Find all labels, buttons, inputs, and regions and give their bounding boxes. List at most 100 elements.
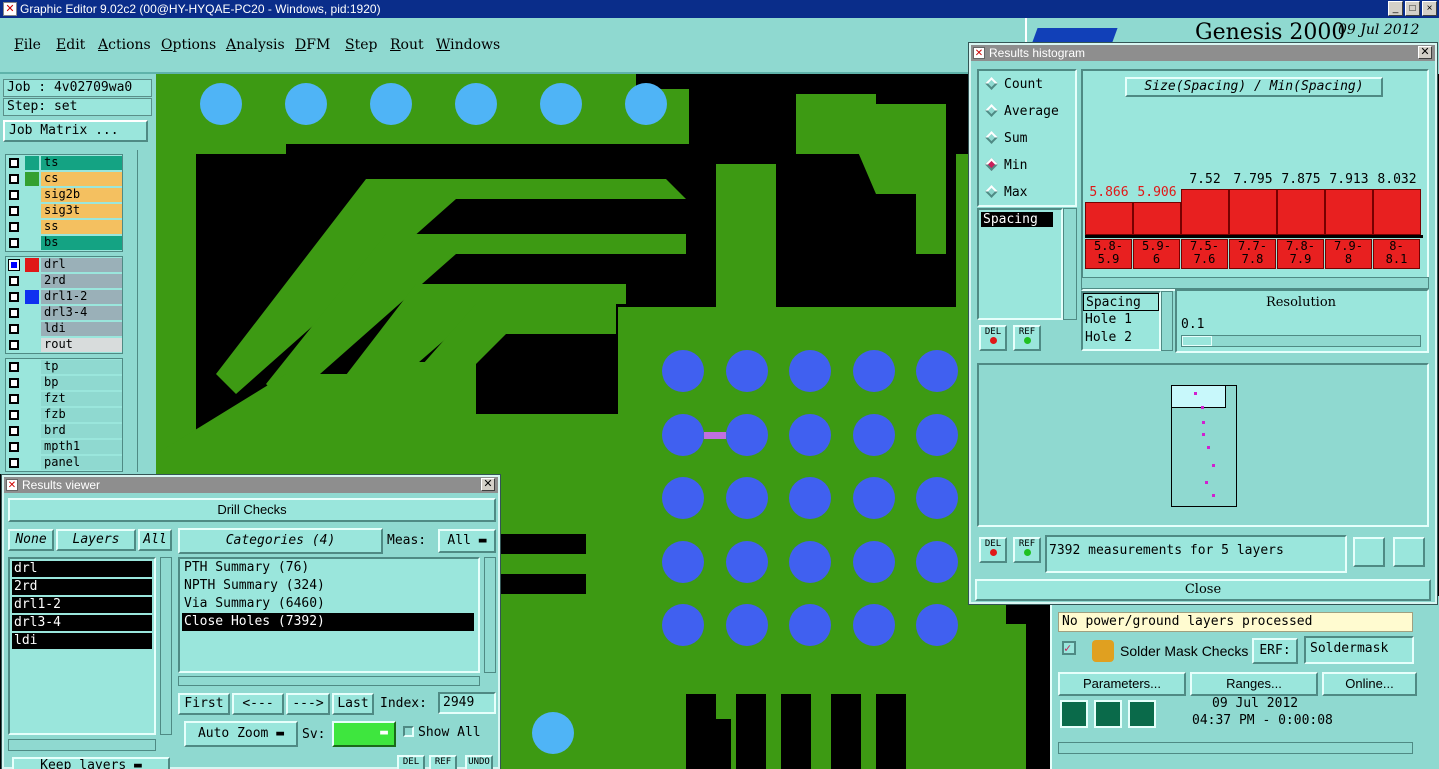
check-enabled-checkbox[interactable]: ✓	[1062, 641, 1076, 655]
layer-checkbox[interactable]	[9, 292, 19, 302]
layer-name[interactable]: bs	[41, 236, 122, 250]
layer-row-mpth1[interactable]: mpth1	[6, 439, 122, 455]
layer-checkbox[interactable]	[9, 340, 19, 350]
minimize-button[interactable]: _	[1388, 1, 1403, 16]
layer-color-swatch[interactable]	[25, 408, 39, 422]
layer-color-swatch[interactable]	[25, 322, 39, 336]
layer-color-swatch[interactable]	[25, 376, 39, 390]
auto-zoom-dropdown[interactable]: Auto Zoom ▬	[184, 721, 298, 747]
layer-row-drl[interactable]: drl	[6, 257, 122, 273]
preview-ref-button[interactable]: REF	[1013, 537, 1041, 563]
histogram-close-button[interactable]: Close	[975, 579, 1431, 601]
category-item[interactable]: NPTH Summary (324)	[182, 577, 474, 595]
histogram-bar[interactable]	[1229, 189, 1277, 235]
close-window-button[interactable]: ×	[1422, 1, 1437, 16]
index-input[interactable]: 2949	[438, 692, 496, 714]
layer-color-swatch[interactable]	[25, 258, 39, 272]
field-selected[interactable]: Spacing	[981, 212, 1053, 227]
histogram-del-button[interactable]: DEL	[979, 325, 1007, 351]
layer-name[interactable]: ss	[41, 220, 122, 234]
maximize-button[interactable]: □	[1405, 1, 1420, 16]
layer-name[interactable]: bp	[41, 376, 122, 390]
online-button[interactable]: Online...	[1322, 672, 1417, 696]
histogram-bar[interactable]	[1181, 189, 1229, 235]
job-matrix-button[interactable]: Job Matrix ...	[3, 120, 148, 142]
erf-input[interactable]: Soldermask	[1304, 636, 1414, 664]
layer-color-swatch[interactable]	[25, 220, 39, 234]
layer-row-fzt[interactable]: fzt	[6, 391, 122, 407]
histogram-close-icon[interactable]: ✕	[1418, 46, 1432, 59]
layer-row-brd[interactable]: brd	[6, 423, 122, 439]
category-list-hscrollbar[interactable]	[178, 676, 480, 686]
layer-color-swatch[interactable]	[25, 236, 39, 250]
layer-checkbox[interactable]	[9, 238, 19, 248]
bar-range-label[interactable]: 7.7- 7.8	[1229, 239, 1276, 269]
histogram-bar[interactable]	[1085, 202, 1133, 235]
menu-file[interactable]: File	[14, 37, 41, 53]
layer-color-swatch[interactable]	[25, 440, 39, 454]
layer-row-2rd[interactable]: 2rd	[6, 273, 122, 289]
del-button[interactable]: DEL	[397, 755, 425, 769]
layer-scrollbar[interactable]	[137, 150, 151, 472]
layer-row-sig2b[interactable]: sig2b	[6, 187, 122, 203]
layer-color-swatch[interactable]	[25, 172, 39, 186]
layer-color-swatch[interactable]	[25, 360, 39, 374]
erf-button[interactable]: ERF:	[1252, 638, 1298, 664]
bar-range-label[interactable]: 5.9- 6	[1133, 239, 1180, 269]
histogram-bar[interactable]	[1325, 189, 1373, 235]
run-check-icon[interactable]	[1060, 700, 1088, 728]
check-panel-scrollbar[interactable]	[1058, 742, 1413, 754]
layer-color-swatch[interactable]	[25, 188, 39, 202]
field-select-list[interactable]: Spacing Hole 1 Hole 2	[1081, 291, 1161, 351]
field-option[interactable]: Spacing	[1083, 293, 1159, 311]
menu-actions[interactable]: Actions	[98, 37, 151, 53]
parameters-button[interactable]: Parameters...	[1058, 672, 1186, 696]
field-list[interactable]: Spacing	[977, 208, 1063, 320]
next-button[interactable]: --->	[286, 693, 330, 715]
layer-row-panel[interactable]: panel	[6, 455, 122, 471]
layer-row-ts[interactable]: ts	[6, 155, 122, 171]
menu-windows[interactable]: Windows	[436, 37, 500, 53]
layer-color-swatch[interactable]	[25, 274, 39, 288]
bar-range-label[interactable]: 7.9- 8	[1325, 239, 1372, 269]
run-action-icon[interactable]	[1094, 700, 1122, 728]
layer-row-fzb[interactable]: fzb	[6, 407, 122, 423]
layer-row-bs[interactable]: bs	[6, 235, 122, 251]
menu-options[interactable]: Options	[161, 37, 216, 53]
result-layer-item[interactable]: ldi	[12, 633, 152, 649]
result-layer-item[interactable]: drl3-4	[12, 615, 152, 631]
layer-list[interactable]: drl 2rd drl1-2 drl3-4 ldi	[8, 557, 156, 735]
layer-checkbox[interactable]	[9, 174, 19, 184]
run-erf-icon[interactable]	[1128, 700, 1156, 728]
first-button[interactable]: First	[178, 693, 230, 715]
field-list-scrollbar[interactable]	[1063, 208, 1077, 320]
layer-name[interactable]: 2rd	[41, 274, 122, 288]
category-list[interactable]: PTH Summary (76) NPTH Summary (324) Via Su…	[178, 557, 480, 673]
result-layer-item[interactable]: drl1-2	[12, 597, 152, 613]
layer-row-sig3t[interactable]: sig3t	[6, 203, 122, 219]
layer-name[interactable]: fzt	[41, 392, 122, 406]
zoom-home-icon[interactable]	[1393, 537, 1425, 567]
layer-row-drl3-4[interactable]: drl3-4	[6, 305, 122, 321]
layer-checkbox[interactable]	[9, 222, 19, 232]
bar-range-label[interactable]: 8- 8.1	[1373, 239, 1420, 269]
layer-checkbox[interactable]	[9, 378, 19, 388]
layer-name[interactable]: mpth1	[41, 440, 122, 454]
menu-step[interactable]: Step	[345, 37, 377, 53]
categories-header[interactable]: Categories (4)	[178, 528, 383, 554]
layer-color-swatch[interactable]	[25, 204, 39, 218]
histogram-bar[interactable]	[1373, 189, 1421, 235]
all-button[interactable]: All	[138, 529, 172, 551]
layer-name[interactable]: brd	[41, 424, 122, 438]
histogram-bar[interactable]	[1277, 189, 1325, 235]
layer-checkbox[interactable]	[9, 362, 19, 372]
keep-layers-dropdown[interactable]: Keep layers ▬	[12, 757, 170, 769]
layer-name[interactable]: tp	[41, 360, 122, 374]
layer-checkbox[interactable]	[9, 394, 19, 404]
layers-button[interactable]: Layers	[56, 529, 136, 551]
layer-color-swatch[interactable]	[25, 306, 39, 320]
ranges-button[interactable]: Ranges...	[1190, 672, 1318, 696]
category-item[interactable]: Close Holes (7392)	[182, 613, 474, 631]
previous-button[interactable]: <---	[232, 693, 284, 715]
layer-checkbox[interactable]	[9, 206, 19, 216]
